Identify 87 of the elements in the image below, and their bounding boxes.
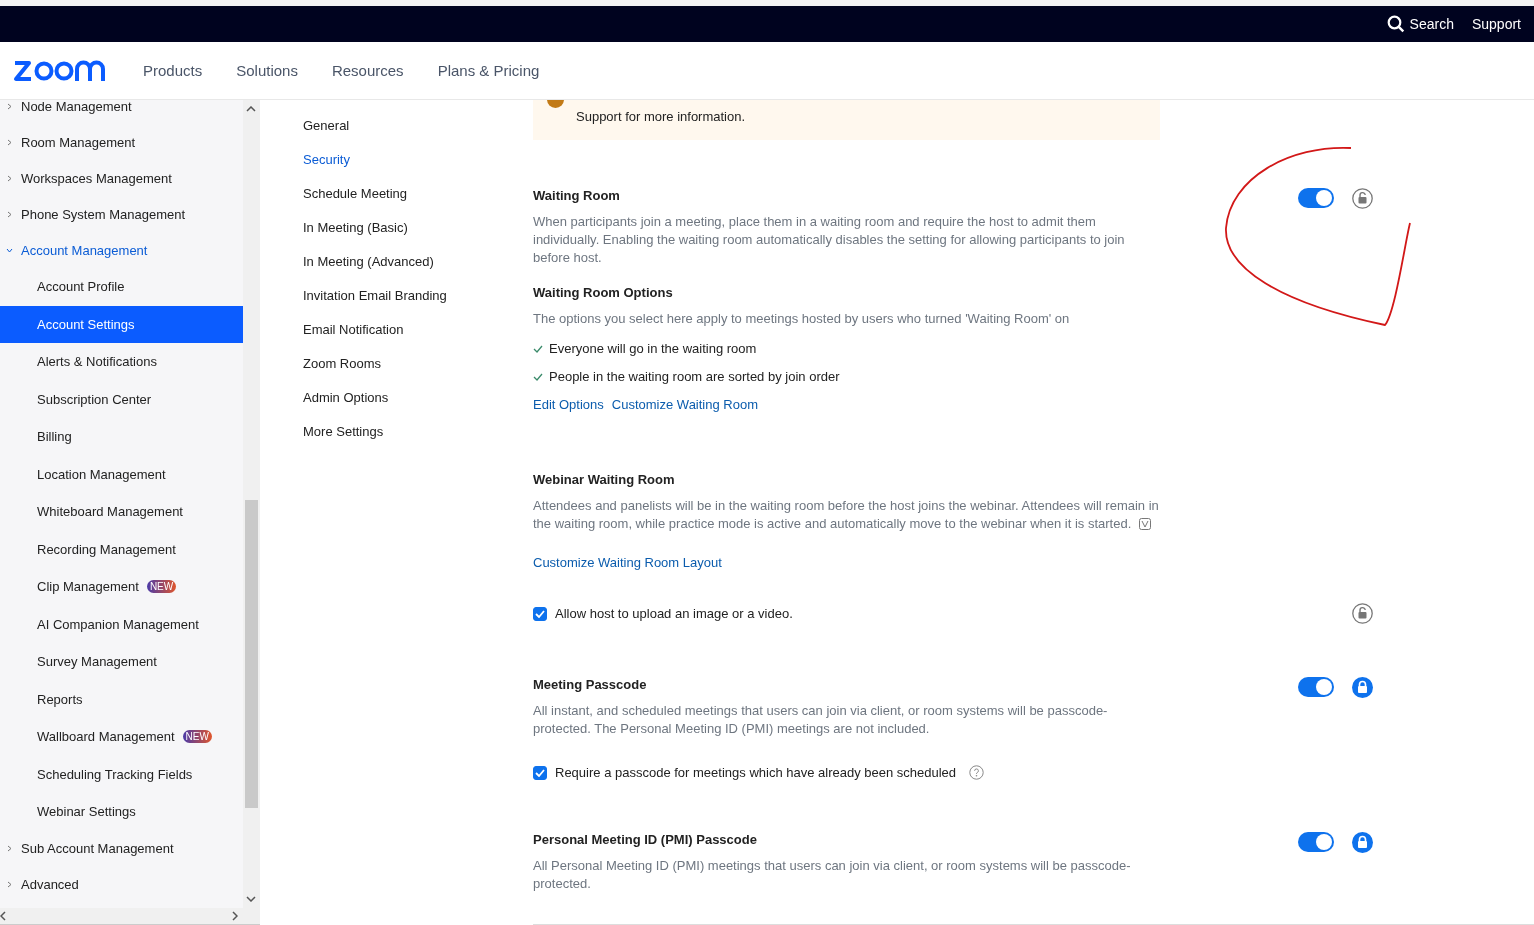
setting-title: Waiting Room: [533, 188, 621, 203]
chevron-right-icon: [6, 845, 13, 852]
nav-link[interactable]: Plans & Pricing: [437, 62, 540, 79]
toggle-switch[interactable]: [1298, 677, 1334, 697]
horizontal-scrollbar[interactable]: [0, 908, 260, 925]
new-badge: NEW: [182, 730, 212, 744]
checkbox[interactable]: [533, 765, 547, 780]
sidebar-item[interactable]: Location Management: [0, 455, 243, 493]
sidebar-group[interactable]: Phone System Management: [0, 196, 243, 232]
chevron-right-icon: [6, 138, 13, 146]
settings-tab[interactable]: Invitation Email Branding: [303, 278, 533, 312]
lock-icon[interactable]: [1352, 831, 1373, 853]
setting-title: Meeting Passcode: [533, 677, 648, 692]
setting-title: Webinar Waiting Room: [533, 472, 676, 487]
sidebar-item[interactable]: Webinar Settings: [0, 793, 243, 831]
sidebar-item[interactable]: Reports: [0, 680, 243, 718]
check-icon: [533, 344, 543, 353]
settings-tab[interactable]: Security: [303, 142, 533, 176]
chevron-right-icon: [6, 210, 13, 218]
sidebar-item[interactable]: Alerts & Notifications: [0, 343, 243, 381]
settings-tab[interactable]: Zoom Rooms: [303, 346, 533, 380]
sidebar-item[interactable]: Account Profile: [0, 268, 243, 306]
unlock-icon[interactable]: [1352, 187, 1373, 209]
nav-link[interactable]: Products: [143, 62, 203, 79]
sidebar-item[interactable]: Clip Management NEW: [0, 568, 243, 606]
scrollbar[interactable]: [243, 100, 260, 908]
support-link[interactable]: Support: [1471, 16, 1521, 32]
toggle-switch[interactable]: [1298, 832, 1334, 852]
sidebar-item[interactable]: Wallboard Management NEW: [0, 718, 243, 756]
scroll-down-icon[interactable]: [246, 896, 256, 902]
settings-tab[interactable]: Email Notification: [303, 312, 533, 346]
chevron-down-icon: [6, 246, 13, 254]
sidebar-group[interactable]: Node Management: [0, 100, 243, 124]
scroll-right-icon[interactable]: [232, 911, 238, 921]
settings-tab[interactable]: More Settings: [303, 414, 533, 448]
sidebar-group[interactable]: Workspaces Management: [0, 160, 243, 196]
lock-icon[interactable]: [1352, 676, 1373, 698]
sidebar-item-label: Clip Management: [37, 579, 139, 595]
sidebar-group[interactable]: Sub Account Management: [0, 830, 243, 867]
sidebar-item[interactable]: Subscription Center: [0, 380, 243, 418]
setting-description: Attendees and panelists will be in the waiting room before the host joins the webinar. Attendees will remain in the waiting room, while practice mode is active and automatically move to the webinar when it is started.: [533, 497, 1160, 533]
settings-link[interactable]: Customize Waiting Room Layout: [533, 555, 722, 570]
options-title: Waiting Room Options: [533, 285, 674, 300]
checkbox-label: Allow host to upload an image or a video.: [555, 606, 793, 621]
options-description: The options you select here apply to meetings hosted by users who turned 'Waiting Room' on: [533, 310, 1071, 328]
setting-description: All instant, and scheduled meetings that users can join via client, or room systems will be passcode-protected. The Personal Meeting ID (PMI) meetings are not included.: [533, 702, 1109, 738]
chevron-right-icon: [6, 102, 13, 110]
search-icon: [1386, 15, 1405, 33]
sidebar-item[interactable]: Recording Management: [0, 530, 243, 568]
sidebar-group[interactable]: Room Management: [0, 124, 243, 160]
chevron-right-icon: [6, 881, 13, 888]
sidebar-item-label: Wallboard Management: [37, 729, 175, 745]
option-text: Everyone will go in the waiting room: [549, 341, 757, 356]
settings-tab[interactable]: In Meeting (Advanced): [303, 244, 533, 278]
option-text: People in the waiting room are sorted by join order: [549, 369, 840, 384]
settings-tab[interactable]: In Meeting (Basic): [303, 210, 533, 244]
search-link[interactable]: Search: [1386, 15, 1454, 33]
settings-tab[interactable]: Admin Options: [303, 380, 533, 414]
help-icon[interactable]: [969, 765, 985, 780]
sidebar-group[interactable]: Advanced: [0, 866, 243, 903]
sidebar-item[interactable]: Scheduling Tracking Fields: [0, 755, 243, 793]
unlock-icon[interactable]: [1352, 602, 1373, 624]
setting-title: Personal Meeting ID (PMI) Passcode: [533, 832, 758, 847]
scroll-left-icon[interactable]: [0, 911, 6, 921]
new-badge: NEW: [146, 580, 177, 594]
settings-tab[interactable]: General: [303, 108, 533, 142]
settings-link[interactable]: Customize Waiting Room: [611, 397, 758, 412]
scroll-up-icon[interactable]: [246, 106, 256, 112]
sidebar-item[interactable]: Survey Management: [0, 643, 243, 681]
toggle-switch[interactable]: [1298, 188, 1334, 208]
banner-text: Support for more information.: [576, 108, 746, 126]
setting-description: When participants join a meeting, place them in a waiting room and require the host to admit them individually. Enabling the waiting room automatically disables the setting for allowing participants to join before host.: [533, 213, 1126, 267]
checkbox-label: Require a passcode for meetings which have already been scheduled: [555, 765, 957, 780]
settings-tab[interactable]: Schedule Meeting: [303, 176, 533, 210]
sidebar-item[interactable]: Whiteboard Management: [0, 493, 243, 531]
sidebar-item[interactable]: Account Settings: [0, 305, 243, 343]
sidebar-item[interactable]: AI Companion Management: [0, 605, 243, 643]
chevron-right-icon: [6, 174, 13, 182]
sidebar-item[interactable]: Billing: [0, 418, 243, 456]
sidebar-group[interactable]: Account Management: [0, 232, 243, 268]
nav-link[interactable]: Solutions: [236, 62, 298, 79]
check-icon: [533, 372, 543, 381]
nav-link[interactable]: Resources: [331, 62, 404, 79]
setting-description: All Personal Meeting ID (PMI) meetings that users can join via client, or room systems will be passcode-protected.: [533, 857, 1132, 893]
settings-link[interactable]: Edit Options: [533, 397, 604, 412]
note-icon[interactable]: [1138, 518, 1151, 530]
checkbox[interactable]: [533, 606, 547, 621]
